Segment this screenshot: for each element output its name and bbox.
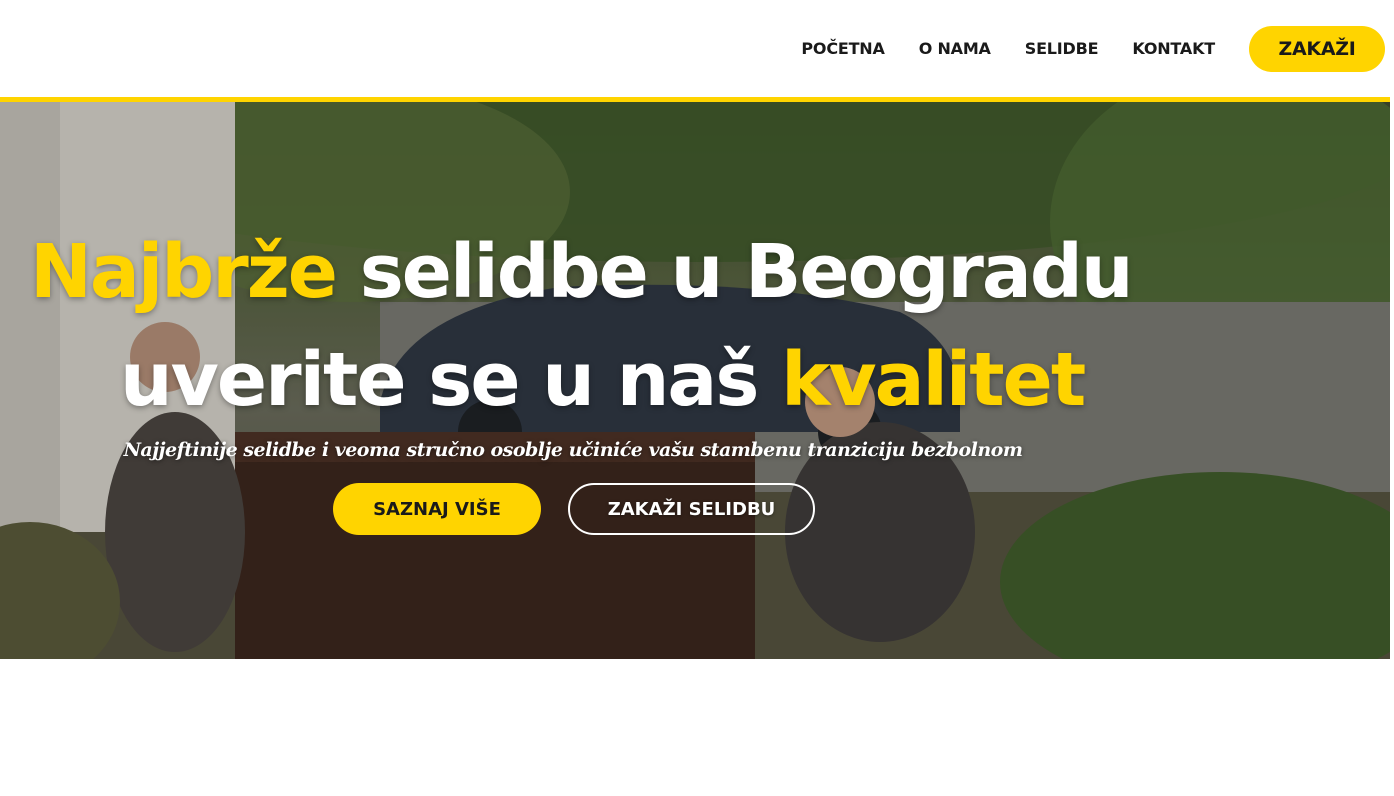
main-nav: POČETNA O NAMA SELIDBE KONTAKT ZAKAŽI xyxy=(801,0,1394,97)
nav-item-o-nama[interactable]: O NAMA xyxy=(919,39,991,58)
book-move-button[interactable]: ZAKAŽI SELIDBU xyxy=(568,483,815,535)
book-nav-button[interactable]: ZAKAŽI xyxy=(1249,25,1385,72)
hero-subtext: Najjeftinije selidbe i veoma stručno oso… xyxy=(123,439,1023,461)
headline-highlight-1: Najbrže xyxy=(30,229,338,315)
headline-text-2: uverite se u naš xyxy=(120,337,782,423)
nav-item-selidbe[interactable]: SELIDBE xyxy=(1025,39,1099,58)
nav-item-pocetna[interactable]: POČETNA xyxy=(801,39,884,58)
hero-headline-line2: uverite se u naš kvalitet xyxy=(120,343,1086,417)
site-header: POČETNA O NAMA SELIDBE KONTAKT ZAKAŽI xyxy=(0,0,1394,97)
hero-headline-line1: Najbrže selidbe u Beogradu xyxy=(30,235,1134,309)
learn-more-button[interactable]: SAZNAJ VIŠE xyxy=(333,483,541,535)
headline-highlight-2: kvalitet xyxy=(781,337,1086,423)
nav-item-kontakt[interactable]: KONTAKT xyxy=(1132,39,1215,58)
headline-text-1: selidbe u Beogradu xyxy=(335,229,1134,315)
hero-section: Najbrže selidbe u Beogradu uverite se u … xyxy=(0,102,1390,659)
